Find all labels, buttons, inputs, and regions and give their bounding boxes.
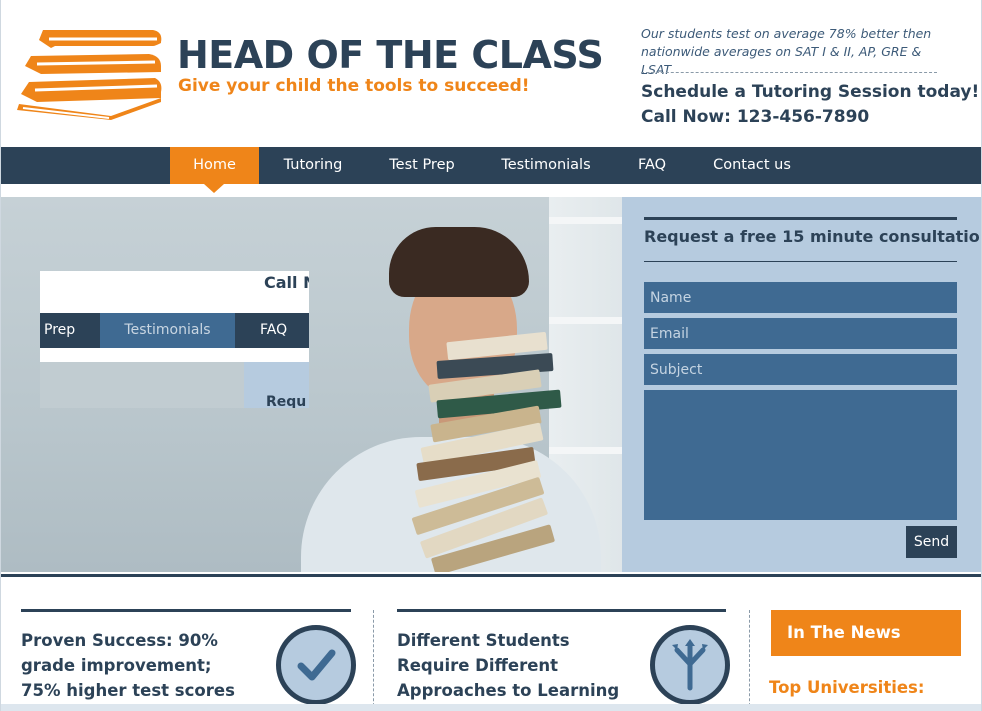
inset-nav-prep: Prep [44, 322, 76, 338]
main-nav: Home Tutoring Test Prep Testimonials FAQ… [1, 147, 981, 184]
feature-2-line-3: Approaches to Learning [397, 681, 620, 700]
hero-image: Call N Prep Testimonials FAQ Requ [1, 197, 622, 572]
column-separator [373, 610, 374, 711]
feature-2-text: Different Students Require Different App… [397, 628, 619, 703]
nav-home[interactable]: Home [170, 147, 259, 184]
top-universities-heading: Top Universities: [769, 678, 925, 697]
inset-photo [40, 362, 244, 408]
name-field[interactable] [644, 282, 957, 313]
checkmark-icon [276, 625, 356, 705]
email-field[interactable] [644, 318, 957, 349]
stats-line-1: Our students test on average 78% better … [641, 26, 932, 41]
feature-1-text: Proven Success: 90% grade improvement; 7… [21, 628, 235, 703]
form-title: Request a free 15 minute consultation [644, 227, 982, 246]
column-separator [749, 610, 750, 711]
header-divider [641, 72, 937, 73]
inset-call-text: Call N [264, 273, 309, 292]
form-top-rule [644, 217, 957, 220]
inset-request-text: Requ [266, 394, 307, 408]
feature-1-line-1: Proven Success: 90% [21, 631, 218, 650]
inset-nav-testimonials: Testimonials [100, 313, 235, 348]
inset-nav: Prep Testimonials FAQ [40, 313, 309, 348]
consultation-form: Request a free 15 minute consultation Se… [622, 197, 982, 572]
phone-number[interactable]: Call Now: 123-456-7890 [641, 107, 869, 127]
book-stack-icon[interactable] [15, 26, 165, 122]
nav-tutoring[interactable]: Tutoring [271, 147, 355, 184]
site-tagline: Give your child the tools to succeed! [178, 76, 530, 96]
nav-testimonials[interactable]: Testimonials [491, 147, 601, 184]
page: HEAD OF THE CLASS Give your child the to… [0, 0, 982, 711]
form-bottom-rule [644, 261, 957, 262]
nav-test-prep[interactable]: Test Prep [379, 147, 465, 184]
site-title[interactable]: HEAD OF THE CLASS [177, 33, 604, 77]
stats-blurb: Our students test on average 78% better … [641, 25, 941, 79]
schedule-cta: Schedule a Tutoring Session today! [641, 82, 980, 102]
feature-1-line-2: grade improvement; [21, 656, 212, 675]
inset-nav-faq: FAQ [260, 322, 288, 338]
feature-1-line-3: 75% higher test scores [21, 681, 235, 700]
branching-arrows-icon [650, 625, 730, 705]
hero-inset-screenshot: Call N Prep Testimonials FAQ Requ [40, 271, 309, 408]
message-textarea[interactable] [644, 390, 957, 520]
feature-2-rule [397, 609, 726, 612]
section-divider [1, 574, 981, 577]
stats-line-2: nationwide averages on SAT I & II, AP, G… [641, 44, 922, 77]
shelf-board [549, 447, 622, 454]
active-nav-caret [204, 184, 224, 193]
nav-faq[interactable]: FAQ [626, 147, 678, 184]
feature-2-line-2: Require Different [397, 656, 559, 675]
subject-field[interactable] [644, 354, 957, 385]
shelf-board [549, 317, 622, 324]
feature-2-line-1: Different Students [397, 631, 570, 650]
shelf-board [549, 217, 622, 224]
in-the-news-button[interactable]: In The News [771, 610, 961, 656]
feature-1-rule [21, 609, 351, 612]
window-bottom-bar [1, 704, 981, 711]
hero-person-hair [389, 227, 529, 297]
send-button[interactable]: Send [906, 526, 957, 558]
nav-contact[interactable]: Contact us [704, 147, 800, 184]
